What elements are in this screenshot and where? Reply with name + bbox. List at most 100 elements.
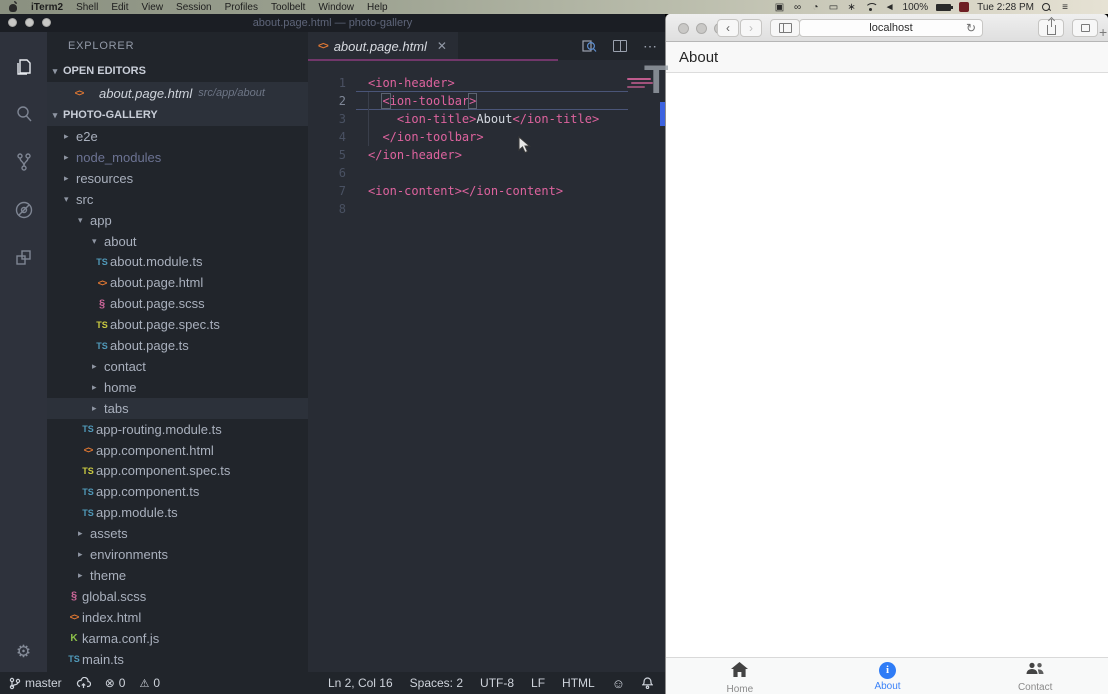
settings-gear-icon[interactable]: ⚙ xyxy=(0,642,47,662)
open-editor-item[interactable]: <> about.page.html src/app/about xyxy=(47,82,308,104)
screen-recording-icon[interactable]: ▣ xyxy=(775,2,785,13)
status-item-cursor-position[interactable]: Ln 2, Col 16 xyxy=(328,676,393,690)
ion-tab-contact[interactable]: Contact xyxy=(961,658,1108,694)
tree-item-app[interactable]: ▾app xyxy=(47,210,308,231)
menu-item-session[interactable]: Session xyxy=(176,2,212,13)
close-window-button[interactable] xyxy=(678,23,689,34)
wifi-icon[interactable] xyxy=(865,3,877,12)
share-button[interactable] xyxy=(1038,19,1064,37)
battery-percent[interactable]: 100% xyxy=(903,2,929,13)
code-line-1[interactable]: <ion-header> xyxy=(368,74,455,92)
glasses-icon[interactable]: ∞ xyxy=(793,2,803,13)
zoom-window-button[interactable] xyxy=(42,18,51,27)
status-item-feedback-smiley[interactable]: ☺ xyxy=(612,676,625,691)
tree-item-tabs[interactable]: ▸tabs xyxy=(47,398,308,419)
ion-tab-about[interactable]: iAbout xyxy=(814,658,962,694)
tree-item-index.html[interactable]: <>index.html xyxy=(47,607,308,628)
tree-item-karma.conf.js[interactable]: Kkarma.conf.js xyxy=(47,628,308,649)
status-item-notifications-bell[interactable] xyxy=(642,677,653,689)
tree-item-global.scss[interactable]: §global.scss xyxy=(47,586,308,607)
status-item-errors[interactable]: ⊗0 xyxy=(105,676,126,690)
extensions-icon[interactable] xyxy=(0,238,47,278)
code-line-3[interactable]: <ion-title>About</ion-title> xyxy=(368,110,599,128)
menu-item-shell[interactable]: Shell xyxy=(76,2,98,13)
back-button[interactable]: ‹ xyxy=(717,19,739,37)
explorer-icon[interactable] xyxy=(0,47,47,87)
menu-item-iterm2[interactable]: iTerm2 xyxy=(31,2,63,13)
tree-item-app.component.ts[interactable]: TSapp.component.ts xyxy=(47,481,308,502)
menu-item-toolbelt[interactable]: Toolbelt xyxy=(271,2,305,13)
code-line-7[interactable]: <ion-content></ion-content> xyxy=(368,182,563,200)
status-item-warnings[interactable]: ⚠0 xyxy=(139,676,160,690)
find-in-file-icon[interactable] xyxy=(581,38,597,54)
tab-overview-button[interactable] xyxy=(1072,19,1098,37)
tree-item-app.component.spec.ts[interactable]: TSapp.component.spec.ts xyxy=(47,460,308,481)
clock-icon[interactable]: ◔ xyxy=(811,2,821,13)
project-section-header[interactable]: ▾ PHOTO-GALLERY xyxy=(47,104,308,126)
tree-item-app.component.html[interactable]: <>app.component.html xyxy=(47,440,308,461)
reload-icon[interactable]: ↻ xyxy=(966,21,976,35)
sidebar-toggle-button[interactable] xyxy=(770,19,800,37)
tab-close-icon[interactable]: ✕ xyxy=(437,39,447,53)
tree-item-node_modules[interactable]: ▸node_modules xyxy=(47,147,308,168)
tree-item-e2e[interactable]: ▸e2e xyxy=(47,126,308,147)
hub-icon[interactable]: ∗ xyxy=(847,2,857,13)
status-item-language-mode[interactable]: HTML xyxy=(562,676,595,690)
tree-item-home[interactable]: ▸home xyxy=(47,377,308,398)
minimize-window-button[interactable] xyxy=(25,18,34,27)
code-line-5[interactable]: </ion-header> xyxy=(368,146,462,164)
code-line-4[interactable]: </ion-toolbar> xyxy=(368,128,484,146)
status-item-publish-changes[interactable] xyxy=(76,677,91,689)
status-item-indentation[interactable]: Spaces: 2 xyxy=(410,676,463,690)
status-item-encoding[interactable]: UTF-8 xyxy=(480,676,514,690)
tree-item-main.ts[interactable]: TSmain.ts xyxy=(47,649,308,670)
tree-item-about[interactable]: ▾about xyxy=(47,231,308,252)
tree-item-app-routing.module.ts[interactable]: TSapp-routing.module.ts xyxy=(47,419,308,440)
debug-icon[interactable] xyxy=(0,190,47,230)
menu-item-edit[interactable]: Edit xyxy=(111,2,128,13)
address-bar[interactable]: localhost ↻ xyxy=(799,19,983,37)
vscode-title-bar[interactable]: about.page.html — photo-gallery xyxy=(0,14,665,32)
status-item-git-branch[interactable]: master xyxy=(9,676,62,690)
source-control-icon[interactable] xyxy=(0,142,47,182)
forward-button[interactable]: › xyxy=(740,19,762,37)
menubar-clock[interactable]: Tue 2:28 PM xyxy=(977,2,1034,13)
notification-center-icon[interactable]: ≡ xyxy=(1060,2,1070,13)
battery-icon[interactable] xyxy=(936,4,951,11)
split-editor-icon[interactable] xyxy=(613,40,627,52)
display-icon[interactable]: ▭ xyxy=(829,2,839,13)
tab-about-page-html[interactable]: <> about.page.html ✕ xyxy=(308,32,458,60)
tree-item-resources[interactable]: ▸resources xyxy=(47,168,308,189)
code-line-2[interactable]: <ion-toolbar> xyxy=(368,92,476,110)
volume-icon[interactable]: ◄ xyxy=(885,2,895,13)
ion-tab-home[interactable]: Home xyxy=(666,658,814,694)
input-flag-icon[interactable] xyxy=(959,2,969,12)
close-window-button[interactable] xyxy=(8,18,17,27)
open-editors-section[interactable]: ▾ OPEN EDITORS xyxy=(47,60,308,82)
minimize-window-button[interactable] xyxy=(696,23,707,34)
tree-item-about.page.spec.ts[interactable]: TSabout.page.spec.ts xyxy=(47,314,308,335)
menu-item-view[interactable]: View xyxy=(142,2,164,13)
tree-item-src[interactable]: ▾src xyxy=(47,189,308,210)
status-item-eol-sequence[interactable]: LF xyxy=(531,676,545,690)
search-icon[interactable] xyxy=(0,94,47,134)
menu-item-window[interactable]: Window xyxy=(318,2,354,13)
line-number-2: 2 xyxy=(339,92,346,110)
menu-item-profiles[interactable]: Profiles xyxy=(225,2,258,13)
tree-item-assets[interactable]: ▸assets xyxy=(47,523,308,544)
tree-item-theme[interactable]: ▸theme xyxy=(47,565,308,586)
tree-item-app.module.ts[interactable]: TSapp.module.ts xyxy=(47,502,308,523)
tree-item-about.page.ts[interactable]: TSabout.page.ts xyxy=(47,335,308,356)
more-actions-icon[interactable]: ⋯ xyxy=(643,38,657,55)
tab-label: about.page.html xyxy=(334,39,427,54)
tree-item-contact[interactable]: ▸contact xyxy=(47,356,308,377)
editor-group: <> about.page.html ✕ ⋯ 12345678 <ion-hea… xyxy=(308,32,665,672)
spotlight-icon[interactable] xyxy=(1042,3,1052,12)
tree-item-about.page.html[interactable]: <>about.page.html xyxy=(47,272,308,293)
new-tab-button[interactable]: + xyxy=(1099,24,1108,44)
tree-item-about.module.ts[interactable]: TSabout.module.ts xyxy=(47,251,308,272)
tree-item-environments[interactable]: ▸environments xyxy=(47,544,308,565)
menu-item-help[interactable]: Help xyxy=(367,2,388,13)
tree-item-about.page.scss[interactable]: §about.page.scss xyxy=(47,293,308,314)
apple-menu-icon[interactable] xyxy=(9,2,18,12)
